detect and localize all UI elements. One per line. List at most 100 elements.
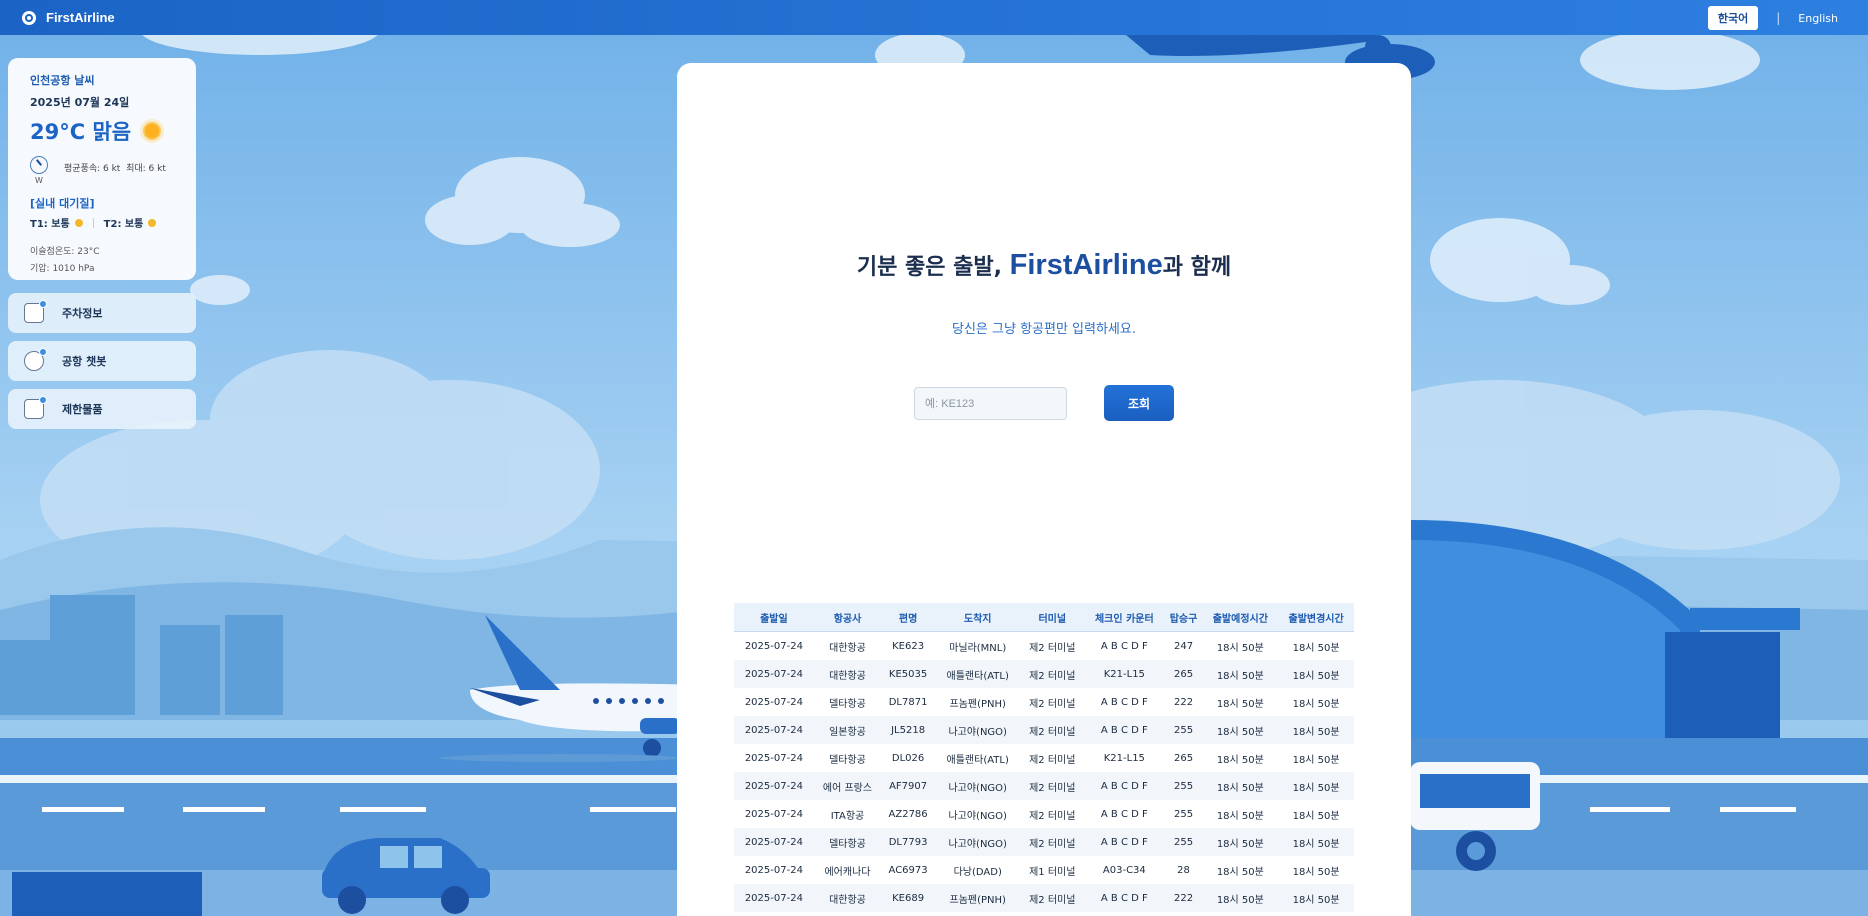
brand-logo[interactable]: FirstAirline [22,10,115,25]
brand-name: FirstAirline [46,10,115,25]
table-cell: 제2 터미널 [1020,716,1085,744]
column-header: 체크인 카운터 [1084,603,1165,632]
headline-brand: FirstAirline [1009,249,1163,281]
weather-temperature: 29°C 맑음 [30,116,174,146]
sidebar-item-restricted-items[interactable]: 제한물품 [8,389,196,429]
table-row[interactable]: 2025-07-24 대한항공 KE689 프놈펜(PNH) 제2 터미널 A B C D… [734,884,1354,912]
table-row[interactable]: 2025-07-24 델타항공 DL026 애틀랜타(ATL) 제2 터미널 K21-L1… [734,744,1354,772]
language-switcher: 한국어 | English [1707,6,1838,30]
table-cell: 에어캐나다 [813,856,882,884]
table-row[interactable]: 2025-07-24 대한항공 KE623 마닐라(MNL) 제2 터미널 A B C D… [734,631,1354,660]
table-cell: 프놈펜(PNH) [934,688,1021,716]
table-cell: 18시 50분 [1278,772,1354,800]
table-cell: 델타항공 [813,828,882,856]
table-cell: 18시 50분 [1278,856,1354,884]
table-cell: 나고야(NGO) [934,716,1021,744]
table-cell: AC6973 [881,856,935,884]
table-cell: 2025-07-24 [734,828,814,856]
table-cell: 255 [1164,800,1203,828]
table-cell: 2025-07-24 [734,660,814,688]
column-header: 출발예정시간 [1202,603,1279,632]
table-cell: JL5218 [881,716,935,744]
table-cell: A B C D F [1084,800,1165,828]
main-panel: 기분 좋은 출발, FirstAirline과 함께 당신은 그냥 항공편만 입… [677,63,1411,916]
sun-icon [143,122,162,140]
table-cell: 18시 50분 [1278,800,1354,828]
table-cell: 제2 터미널 [1020,631,1085,660]
table-cell: 2025-07-24 [734,744,814,772]
wind-direction-label: W [35,176,43,185]
table-cell: AZ2786 [881,800,935,828]
wind-direction: W [30,156,48,185]
flight-number-input[interactable] [914,387,1067,420]
table-cell: 2025-07-24 [734,856,814,884]
table-row[interactable]: 2025-07-24 대한항공 KE5035 애틀랜타(ATL) 제2 터미널 K21-L… [734,660,1354,688]
sidebar-item-label: 공항 챗봇 [62,355,107,368]
table-cell: 제2 터미널 [1020,884,1085,912]
wind-info: W 평균풍속: 6 kt 최대: 6 kt [30,156,174,185]
language-divider: | [1776,11,1781,25]
table-cell: DL026 [881,744,935,772]
sidebar-item-chatbot[interactable]: 공항 챗봇 [8,341,196,381]
table-cell: 일본항공 [813,716,882,744]
column-header: 도착지 [934,603,1021,632]
column-header: 출발변경시간 [1278,603,1354,632]
table-row[interactable]: 2025-07-24 델타항공 DL7871 프놈펜(PNH) 제2 터미널 A B C … [734,688,1354,716]
language-korean-button[interactable]: 한국어 [1707,6,1759,30]
table-cell: 2025-07-24 [734,688,814,716]
table-cell: 28 [1164,856,1203,884]
compass-icon [30,156,48,174]
language-english-button[interactable]: English [1798,12,1838,25]
weather-title: 인천공항 날씨 [30,74,95,87]
top-navigation-bar: FirstAirline 한국어 | English [0,0,1868,35]
table-cell: 대한항공 [813,884,882,912]
air-divider [92,217,94,228]
hero-headline: 기분 좋은 출발, FirstAirline과 함께 [677,249,1411,282]
sidebar-item-parking[interactable]: 주차정보 [8,293,196,333]
table-row[interactable]: 2025-07-24 일본항공 JL5218 나고야(NGO) 제2 터미널 A B C … [734,716,1354,744]
table-row[interactable]: 2025-07-24 델타항공 DL7793 나고야(NGO) 제2 터미널 A B C … [734,828,1354,856]
table-cell: 제2 터미널 [1020,688,1085,716]
table-cell: 247 [1164,631,1203,660]
weather-card: 인천공항 날씨 2025년 07월 24일 29°C 맑음 W 평균풍속: 6 … [8,58,196,280]
indoor-air-status: T1: 보통 T2: 보통 [30,215,174,230]
column-header: 탑승구 [1164,603,1203,632]
table-cell: 대한항공 [813,631,882,660]
table-cell: 222 [1164,884,1203,912]
temperature-text: 29°C 맑음 [30,120,132,144]
table-row[interactable]: 2025-07-24 에어캐나다 AC6973 다낭(DAD) 제1 터미널 A03-C3… [734,856,1354,884]
table-cell: 255 [1164,828,1203,856]
t2-status-dot [148,218,157,227]
globe-logo-icon [22,10,36,25]
table-row[interactable]: 2025-07-24 에어 프랑스 AF7907 나고야(NGO) 제2 터미널 A B … [734,772,1354,800]
wind-speed: 평균풍속: 6 kt 최대: 6 kt [64,164,166,174]
dew-point: 이슬점온도: 23°C [30,247,100,257]
table-cell: 222 [1164,688,1203,716]
parking-icon [24,300,47,323]
table-cell: 애틀랜타(ATL) [934,660,1021,688]
table-cell: 18시 50분 [1202,660,1279,688]
table-cell: 제1 터미널 [1020,856,1085,884]
table-cell: 델타항공 [813,688,882,716]
t1-air-quality: T1: 보통 [30,219,70,230]
table-cell: A B C D F [1084,631,1165,660]
search-button[interactable]: 조회 [1104,385,1174,421]
table-cell: 프놈펜(PNH) [934,884,1021,912]
table-cell: AF7907 [881,772,935,800]
table-cell: DL7871 [881,688,935,716]
table-cell: 18시 50분 [1202,884,1279,912]
table-cell: 2025-07-24 [734,716,814,744]
table-cell: 18시 50분 [1202,631,1279,660]
table-cell: K21-L15 [1084,660,1165,688]
flight-table: 출발일 항공사 편명 도착지 터미널 체크인 카운터 탑승구 출발예정시간 출발변경시간 202… [734,603,1354,912]
table-cell: 18시 50분 [1202,688,1279,716]
chatbot-icon [24,348,47,371]
table-cell: 18시 50분 [1202,800,1279,828]
table-row[interactable]: 2025-07-24 ITA항공 AZ2786 나고야(NGO) 제2 터미널 A B C… [734,800,1354,828]
headline-prefix: 기분 좋은 출발, [856,255,1010,280]
t1-status-dot [74,218,83,227]
table-cell: 18시 50분 [1278,688,1354,716]
t2-air-quality: T2: 보통 [103,219,144,230]
table-cell: KE689 [881,884,935,912]
table-cell: 제2 터미널 [1020,744,1085,772]
